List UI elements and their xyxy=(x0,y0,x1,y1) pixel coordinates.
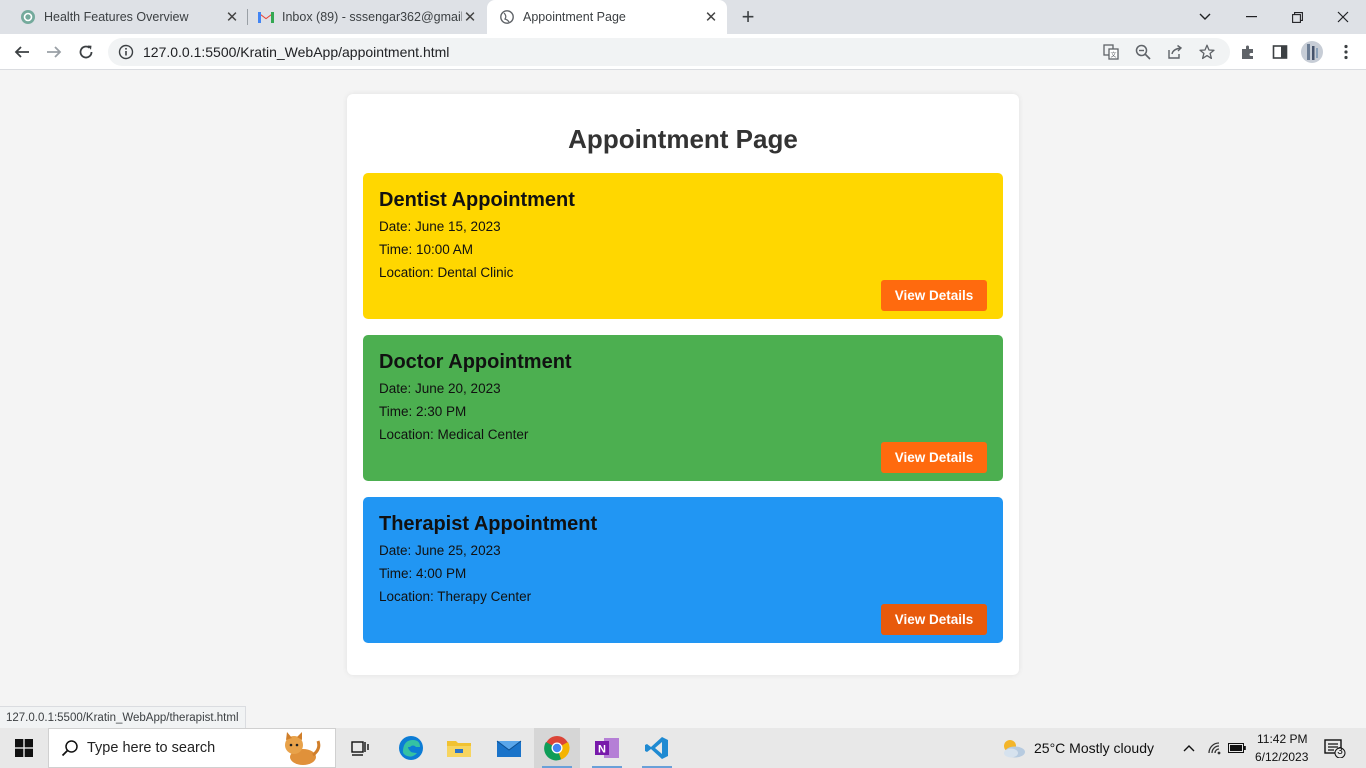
chatgpt-icon xyxy=(20,9,36,25)
restore-icon[interactable] xyxy=(1274,0,1320,34)
search-icon xyxy=(61,739,79,757)
appointment-title: Therapist Appointment xyxy=(379,513,598,535)
forward-arrow-icon[interactable] xyxy=(40,38,68,66)
chevron-up-icon[interactable] xyxy=(1178,728,1200,768)
tab-health-features[interactable]: Health Features Overview ✕ xyxy=(0,0,248,34)
taskbar-search-box[interactable]: Type here to search xyxy=(48,728,336,768)
tab-close-icon[interactable]: ✕ xyxy=(462,9,478,26)
appointment-date: Date: June 15, 2023 xyxy=(379,219,501,234)
view-details-button[interactable]: View Details xyxy=(881,280,987,311)
page-title: Appointment Page xyxy=(568,124,798,154)
wifi-icon[interactable] xyxy=(1204,728,1226,768)
appointment-time: Time: 10:00 AM xyxy=(379,242,474,257)
browser-toolbar: 127.0.0.1:5500/Kratin_WebApp/appointment… xyxy=(0,34,1366,70)
mail-icon[interactable] xyxy=(488,728,530,768)
tab-close-icon[interactable]: ✕ xyxy=(703,9,719,26)
file-explorer-icon[interactable] xyxy=(438,728,480,768)
chrome-menu-icon[interactable] xyxy=(1332,38,1360,66)
browser-tab-strip: Health Features Overview ✕ Inbox (89) - … xyxy=(0,0,1366,34)
windows-taskbar: Type here to search N 25°C Mostly cloudy xyxy=(0,728,1366,768)
svg-text:文: 文 xyxy=(1110,51,1116,59)
weather-cloudy-icon[interactable] xyxy=(998,728,1028,768)
new-tab-icon[interactable]: + xyxy=(736,4,760,29)
appointment-location: Location: Dental Clinic xyxy=(379,265,514,280)
minimize-icon[interactable] xyxy=(1228,0,1274,34)
url-text: 127.0.0.1:5500/Kratin_WebApp/appointment… xyxy=(143,44,450,60)
address-bar[interactable]: 127.0.0.1:5500/Kratin_WebApp/appointment… xyxy=(108,38,1230,66)
notification-center-icon[interactable]: 3 xyxy=(1320,728,1350,768)
edge-icon[interactable] xyxy=(390,728,432,768)
clock-time[interactable]: 11:42 PM xyxy=(1257,732,1307,746)
tab-search-chevron-icon[interactable] xyxy=(1182,0,1228,34)
cat-search-highlight-icon xyxy=(277,731,323,768)
search-placeholder: Type here to search xyxy=(87,740,216,756)
appointment-title: Doctor Appointment xyxy=(379,351,572,373)
tab-gmail-inbox[interactable]: Inbox (89) - sssengar362@gmail. ✕ xyxy=(238,0,486,34)
extensions-puzzle-icon[interactable] xyxy=(1234,38,1262,66)
appointment-date: Date: June 20, 2023 xyxy=(379,381,501,396)
site-info-icon[interactable] xyxy=(118,44,134,60)
appointment-card-dentist: Dentist Appointment Date: June 15, 2023 … xyxy=(363,173,1003,319)
clock-date[interactable]: 6/12/2023 xyxy=(1255,750,1308,764)
task-view-icon[interactable] xyxy=(340,728,380,768)
tab-title: Appointment Page xyxy=(523,10,626,24)
translate-icon[interactable]: 文 xyxy=(1102,43,1120,61)
appointment-time: Time: 2:30 PM xyxy=(379,404,467,419)
appointments-container: Appointment Page Dentist Appointment Dat… xyxy=(347,94,1019,675)
notification-count: 3 xyxy=(1337,746,1343,757)
gmail-icon xyxy=(258,9,274,25)
view-details-button[interactable]: View Details xyxy=(881,604,987,635)
chrome-taskbar-icon[interactable] xyxy=(534,728,580,768)
tab-title: Health Features Overview xyxy=(44,10,189,24)
bookmark-star-icon[interactable] xyxy=(1198,43,1216,61)
vscode-icon[interactable] xyxy=(634,728,680,768)
appointment-card-doctor: Doctor Appointment Date: June 20, 2023 T… xyxy=(363,335,1003,481)
view-details-button[interactable]: View Details xyxy=(881,442,987,473)
appointment-card-therapist: Therapist Appointment Date: June 25, 202… xyxy=(363,497,1003,643)
appointment-time: Time: 4:00 PM xyxy=(379,566,467,581)
back-arrow-icon[interactable] xyxy=(8,38,36,66)
weather-text[interactable]: 25°C Mostly cloudy xyxy=(1034,740,1154,756)
tab-title: Inbox (89) - sssengar362@gmail. xyxy=(282,10,462,24)
zoom-out-icon[interactable] xyxy=(1134,43,1152,61)
battery-icon[interactable] xyxy=(1226,728,1248,768)
page-viewport: Appointment Page Dentist Appointment Dat… xyxy=(0,70,1366,728)
globe-icon xyxy=(499,9,515,25)
close-window-icon[interactable] xyxy=(1320,0,1366,34)
profile-avatar[interactable] xyxy=(1298,38,1326,66)
appointment-date: Date: June 25, 2023 xyxy=(379,543,501,558)
windows-start-icon[interactable] xyxy=(0,728,48,768)
appointment-title: Dentist Appointment xyxy=(379,189,575,211)
tab-appointment-page[interactable]: Appointment Page ✕ xyxy=(487,0,727,34)
appointment-location: Location: Therapy Center xyxy=(379,589,532,604)
svg-text:N: N xyxy=(598,744,606,756)
share-icon[interactable] xyxy=(1166,43,1184,61)
appointment-location: Location: Medical Center xyxy=(379,427,529,442)
link-status-bubble: 127.0.0.1:5500/Kratin_WebApp/therapist.h… xyxy=(0,706,246,728)
reload-icon[interactable] xyxy=(72,38,100,66)
onenote-icon[interactable]: N xyxy=(584,728,630,768)
side-panel-icon[interactable] xyxy=(1266,38,1294,66)
